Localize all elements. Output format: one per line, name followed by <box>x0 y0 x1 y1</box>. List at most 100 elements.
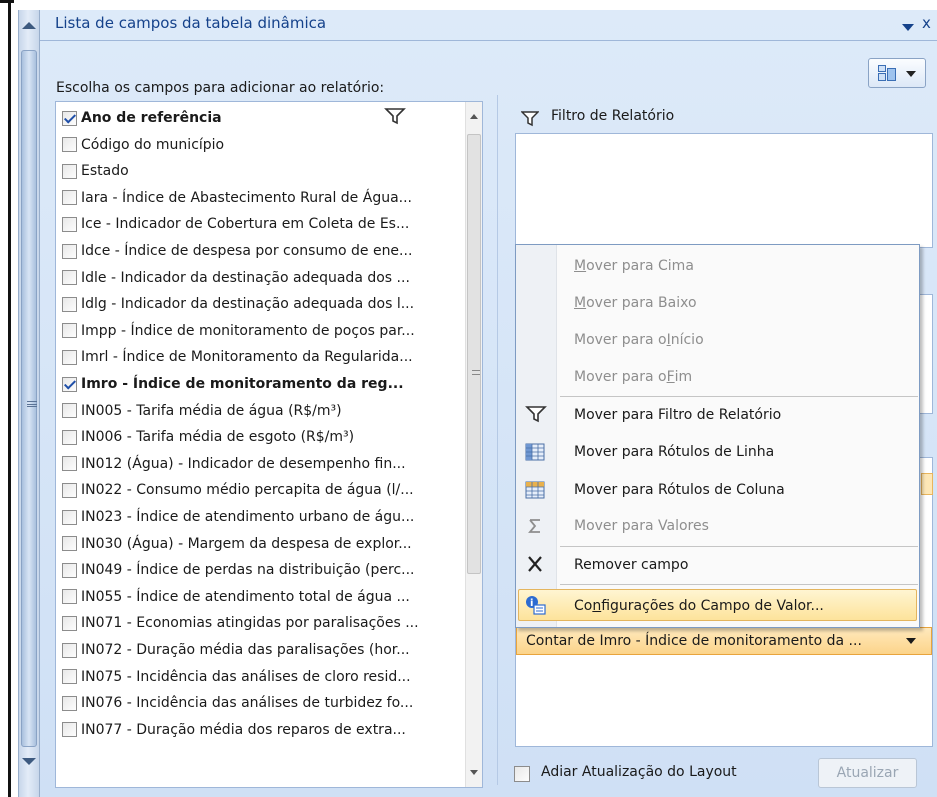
field-checkbox[interactable] <box>62 349 77 365</box>
field-checkbox[interactable] <box>62 163 77 179</box>
scroll-up-arrow-icon[interactable] <box>22 22 36 29</box>
field-list-item[interactable]: IN012 (Água) - Indicador de desempenho f… <box>62 451 406 477</box>
field-checkbox[interactable] <box>62 243 77 259</box>
field-checkbox[interactable] <box>62 642 77 658</box>
report-filter-area[interactable] <box>515 133 933 248</box>
field-list-item[interactable]: IN005 - Tarifa média de água (R$/m³) <box>62 398 342 424</box>
window-edge-left <box>8 0 11 797</box>
field-list-item[interactable]: Ice - Indicador de Cobertura em Coleta d… <box>62 211 409 237</box>
field-list-item[interactable]: Imrl - Índice de Monitoramento da Regula… <box>62 344 413 370</box>
field-checkbox[interactable] <box>62 216 77 232</box>
field-checkbox[interactable] <box>62 190 77 206</box>
field-list-item[interactable]: Impp - Índice de monitoramento de poços … <box>62 318 415 344</box>
sheet-vertical-scrollbar[interactable] <box>18 10 40 797</box>
field-checkbox[interactable] <box>62 376 77 392</box>
field-list-item[interactable]: IN006 - Tarifa média de esgoto (R$/m³) <box>62 424 354 450</box>
field-list-item[interactable]: IN076 - Incidência das análises de turbi… <box>62 690 413 716</box>
field-label: IN023 - Índice de atendimento urbano de … <box>81 509 415 525</box>
menu-item-move-to-start[interactable]: Mover para o Início <box>574 325 704 355</box>
filter-funnel-icon[interactable] <box>384 107 406 125</box>
values-field-button[interactable]: Contar de Imro - Índice de monitoramento… <box>516 627 932 655</box>
field-checkbox[interactable] <box>62 695 77 711</box>
field-list-item[interactable]: IN022 - Consumo médio percapita de água … <box>62 477 414 503</box>
field-list-item[interactable]: IN077 - Duração média dos reparos de ext… <box>62 717 406 743</box>
grip-icon <box>27 401 37 407</box>
field-list-scrollbar[interactable] <box>465 102 482 787</box>
field-label: Estado <box>81 163 129 180</box>
window-edge-top <box>0 0 14 3</box>
field-checkbox[interactable] <box>62 110 77 126</box>
menu-item-move-to-end[interactable]: Mover para o Fim <box>574 362 692 392</box>
chevron-down-icon[interactable] <box>906 638 916 644</box>
field-label: IN030 (Água) - Margem da despesa de expl… <box>81 535 412 552</box>
field-label: IN049 - Índice de perdas na distribuição… <box>81 562 415 579</box>
field-list-item[interactable]: IN023 - Índice de atendimento urbano de … <box>62 504 414 530</box>
field-checkbox[interactable] <box>62 669 77 685</box>
scroll-up-arrow-icon[interactable] <box>470 114 478 119</box>
field-list-layout-button[interactable] <box>868 58 926 88</box>
field-list-item[interactable]: Ano de referência <box>62 105 222 131</box>
field-list-item[interactable]: IN072 - Duração média das paralisações (… <box>62 637 410 663</box>
field-list-item[interactable]: Idce - Índice de despesa por consumo de … <box>62 238 412 264</box>
column-field-button[interactable] <box>921 473 933 495</box>
field-label: Idlg - Indicador da destinação adequada … <box>81 296 415 313</box>
filter-funnel-icon <box>525 406 547 423</box>
pane-options-arrow-icon[interactable] <box>902 24 914 31</box>
field-label: IN012 (Água) - Indicador de desempenho f… <box>81 455 406 472</box>
field-label: Iara - Índice de Abastecimento Rural de … <box>81 189 413 206</box>
menu-item-remove-field[interactable]: Remover campo <box>574 550 688 580</box>
scroll-down-arrow-icon[interactable] <box>470 770 478 775</box>
field-list-item[interactable]: Estado <box>62 158 129 184</box>
field-label: IN006 - Tarifa média de esgoto (R$/m³) <box>81 429 355 446</box>
defer-layout-update-checkbox[interactable] <box>514 766 530 782</box>
menu-item-move-up[interactable]: Mover para Cima <box>574 251 694 281</box>
chevron-down-icon <box>906 71 916 77</box>
menu-item-move-to-report-filter[interactable]: Mover para Filtro de Relatório <box>574 400 781 430</box>
menu-item-move-to-values[interactable]: Mover para Valores <box>574 511 709 541</box>
field-checkbox[interactable] <box>62 403 77 419</box>
field-list-item[interactable]: IN055 - Índice de atendimento total de á… <box>62 584 410 610</box>
field-checkbox[interactable] <box>62 429 77 445</box>
field-checkbox[interactable] <box>62 137 77 153</box>
field-checkbox[interactable] <box>62 509 77 525</box>
field-checkbox[interactable] <box>62 536 77 552</box>
field-checkbox[interactable] <box>62 615 77 631</box>
menu-item-value-field-settings[interactable]: Co n figurações do Campo de Valor... <box>574 591 824 621</box>
field-list-item[interactable]: Código do município <box>62 132 224 158</box>
field-list-item[interactable]: IN075 - Incidência das análises de cloro… <box>62 664 411 690</box>
field-list-item[interactable]: Imro - Índice de monitoramento da reg... <box>62 371 404 397</box>
pane-title: Lista de campos da tabela dinâmica <box>55 14 327 32</box>
menu-item-move-to-column-labels[interactable]: Mover para Rótulos de Coluna <box>574 475 785 505</box>
field-list-item[interactable]: IN071 - Economias atingidas por paralisa… <box>62 610 419 636</box>
field-label: Idle - Indicador da destinação adequada … <box>81 269 410 286</box>
defer-layout-update-label: Adiar Atualização do Layout <box>541 764 737 780</box>
field-checkbox[interactable] <box>62 722 77 738</box>
field-checkbox[interactable] <box>62 296 77 312</box>
field-checkbox[interactable] <box>62 323 77 339</box>
menu-item-move-to-row-labels[interactable]: Mover para Rótulos de Linha <box>574 437 774 467</box>
menu-item-move-down[interactable]: Mover para Baixo <box>574 288 697 318</box>
field-label: Impp - Índice de monitoramento de poços … <box>81 322 415 339</box>
field-label: Ano de referência <box>81 110 222 126</box>
field-checkbox[interactable] <box>62 589 77 605</box>
field-list-item[interactable]: Iara - Índice de Abastecimento Rural de … <box>62 185 412 211</box>
scroll-down-arrow-icon[interactable] <box>22 758 36 765</box>
field-checkbox[interactable] <box>62 456 77 472</box>
field-list-item[interactable]: Idlg - Indicador da destinação adequada … <box>62 291 414 317</box>
update-button[interactable]: Atualizar <box>818 758 917 788</box>
field-list-item[interactable]: IN030 (Água) - Margem da despesa de expl… <box>62 531 412 557</box>
field-list-item[interactable]: Idle - Indicador da destinação adequada … <box>62 265 410 291</box>
scroll-thumb[interactable] <box>21 50 37 747</box>
scroll-thumb[interactable] <box>467 134 481 574</box>
field-checkbox[interactable] <box>62 482 77 498</box>
field-checkbox[interactable] <box>62 562 77 578</box>
close-icon[interactable]: x <box>922 14 931 32</box>
field-list-item[interactable]: IN049 - Índice de perdas na distribuição… <box>62 557 415 583</box>
sigma-icon <box>528 519 540 533</box>
title-divider <box>40 40 937 41</box>
field-label: IN005 - Tarifa média de água (R$/m³) <box>81 402 342 419</box>
grip-icon <box>472 370 480 375</box>
menu-separator <box>560 396 918 397</box>
field-label: Imrl - Índice de Monitoramento da Regula… <box>81 349 413 366</box>
field-checkbox[interactable] <box>62 270 77 286</box>
